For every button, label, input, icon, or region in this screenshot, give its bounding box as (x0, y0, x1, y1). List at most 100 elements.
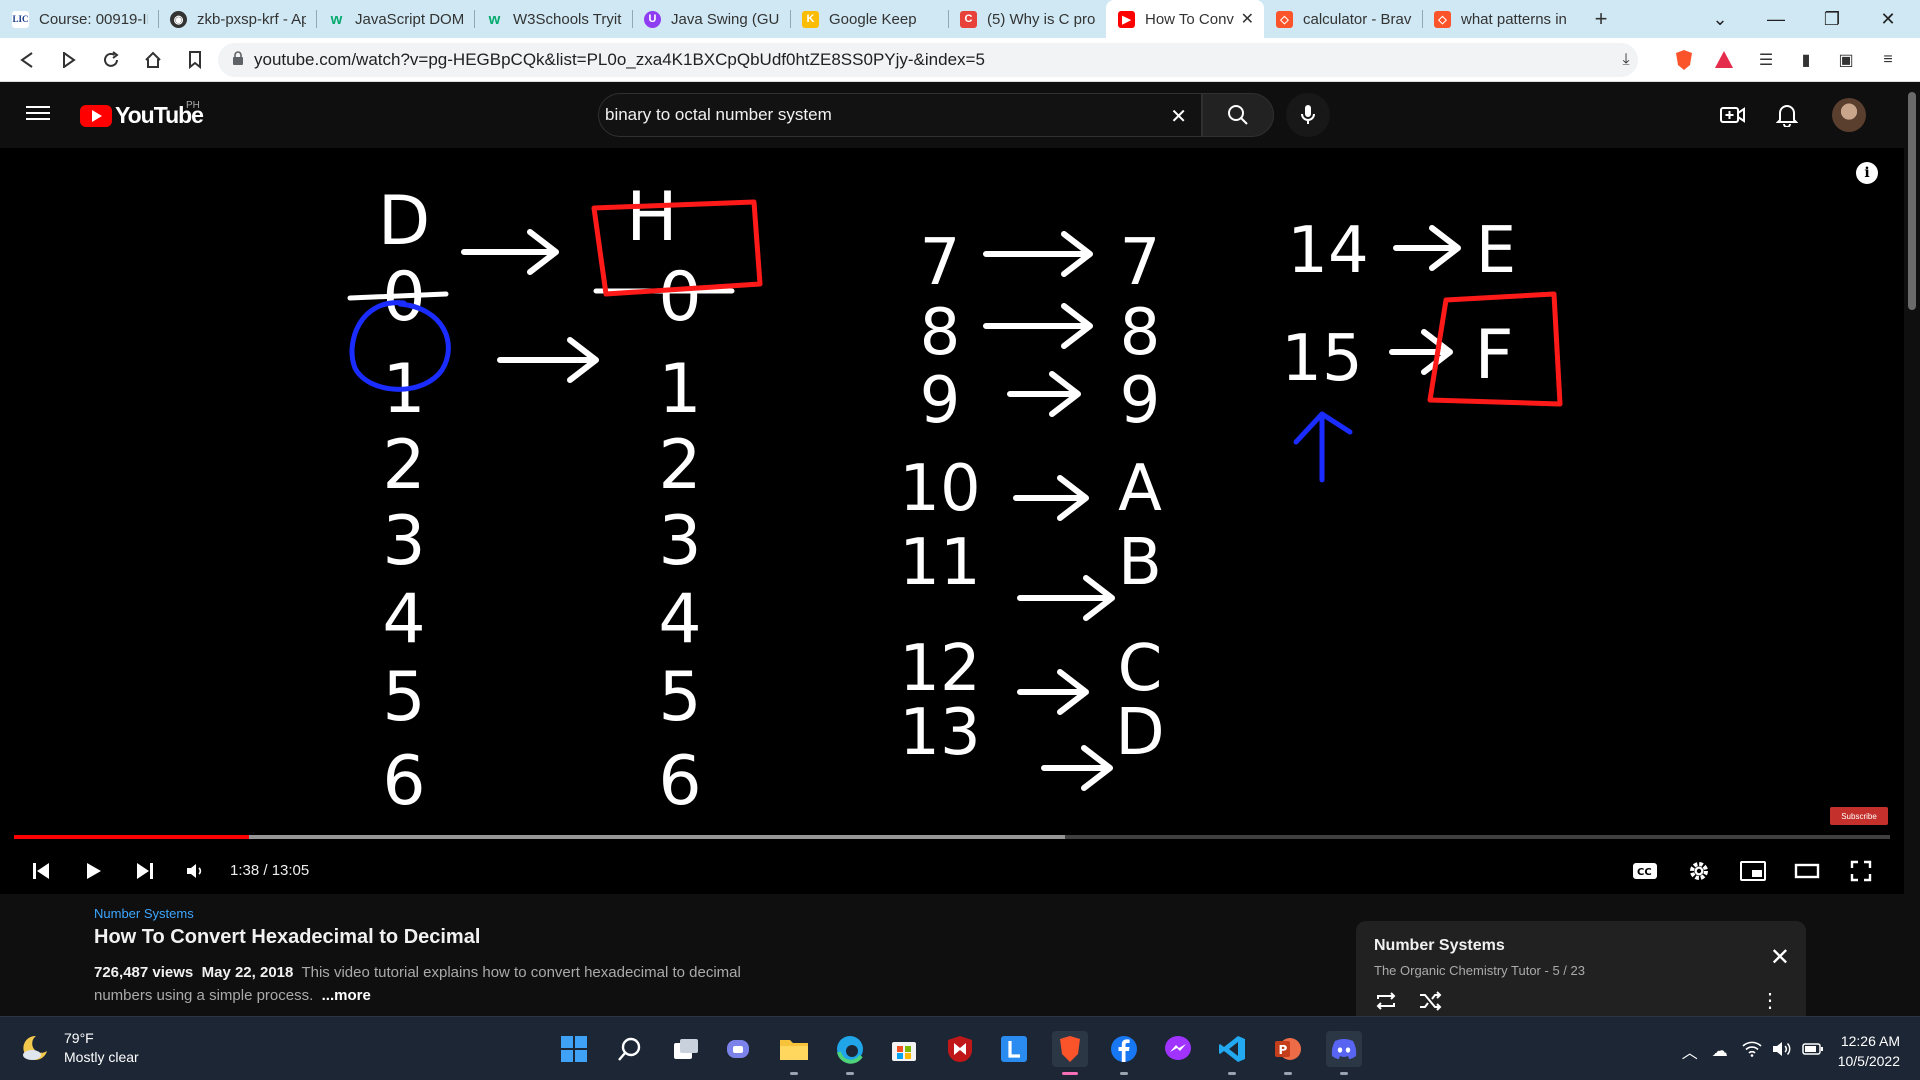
hex-value: 7 (1120, 226, 1161, 300)
clock[interactable]: 12:26 AM 10/5/2022 (1838, 1031, 1900, 1071)
decimal-value: 3 (382, 502, 425, 581)
played-bar (14, 835, 249, 839)
progress-bar[interactable] (14, 835, 1890, 839)
wallet-icon[interactable]: ▣ (1834, 48, 1858, 72)
captions-icon[interactable]: CC (1628, 854, 1662, 888)
loop-icon[interactable] (1374, 991, 1398, 1016)
tab-strip: LIC Course: 00919-IN ◉ zkb-pxsp-krf - Ap w Ja… (0, 0, 1580, 38)
task-view-icon[interactable] (668, 1031, 704, 1067)
course-icon: LIC (12, 10, 29, 28)
video-description[interactable]: 726,487 views May 22, 2018 This video tu… (94, 961, 794, 1007)
video-player[interactable]: D H 0 0 1 1 2 2 3 3 4 4 5 5 6 6 7 7 8 8 9 9 10 A 11 B 12 C 13 D 14 E 15 F… (0, 148, 1904, 894)
forward-icon[interactable] (48, 38, 90, 82)
download-icon[interactable]: ⤓ (1614, 48, 1638, 72)
browser-menu-icon[interactable]: ≡ (1876, 48, 1900, 72)
windows-start-icon[interactable] (556, 1031, 592, 1067)
browser-tab[interactable]: ◇ calculator - Brave (1264, 0, 1422, 38)
taskbar-search-icon[interactable] (612, 1031, 648, 1067)
tab-search-icon[interactable]: ⌄ (1692, 0, 1748, 38)
clear-search-icon[interactable]: ✕ (1170, 104, 1187, 129)
brave-rewards-icon[interactable] (1712, 48, 1736, 72)
decimal-value: 14 (1287, 214, 1368, 288)
show-hidden-icons-icon[interactable]: ︿ (1682, 1039, 1698, 1063)
header-decimal-label: D (378, 182, 430, 261)
more-link[interactable]: ...more (322, 987, 371, 1004)
vscode-icon[interactable] (1214, 1031, 1250, 1075)
mcafee-icon[interactable] (942, 1031, 978, 1067)
close-tab-icon[interactable]: ✕ (1241, 9, 1254, 29)
browser-tab[interactable]: K Google Keep (790, 0, 948, 38)
subscribe-watermark[interactable]: Subscribe (1830, 807, 1888, 825)
back-icon[interactable] (6, 38, 48, 82)
speaker-icon[interactable] (1772, 1041, 1792, 1062)
reload-icon[interactable] (90, 38, 132, 82)
playlist-link[interactable]: Number Systems (94, 906, 894, 921)
playlist-icon[interactable]: ☰ (1754, 48, 1778, 72)
miniplayer-icon[interactable] (1736, 854, 1770, 888)
browser-tab[interactable]: w JavaScript DOM (316, 0, 474, 38)
search-input[interactable] (605, 105, 1145, 125)
volume-icon[interactable] (178, 854, 212, 888)
settings-gear-icon[interactable] (1682, 854, 1716, 888)
battery-icon[interactable] (1801, 1042, 1824, 1061)
file-explorer-icon[interactable] (776, 1031, 812, 1075)
browser-tab[interactable]: LIC Course: 00919-IN (0, 0, 158, 38)
wifi-icon[interactable] (1742, 1041, 1762, 1062)
browser-tab[interactable]: U Java Swing (GUI) (632, 0, 790, 38)
browser-tab[interactable]: ▶ How To Conv ✕ (1106, 0, 1264, 38)
shuffle-icon[interactable] (1418, 991, 1442, 1016)
create-video-icon[interactable] (1720, 102, 1746, 128)
messenger-icon[interactable] (1160, 1031, 1196, 1067)
hex-value: 1 (658, 350, 701, 429)
powerpoint-icon[interactable]: P (1270, 1031, 1306, 1075)
hamburger-menu-icon[interactable] (26, 102, 50, 126)
page-scrollbar[interactable] (1904, 82, 1920, 1016)
theater-mode-icon[interactable] (1790, 854, 1824, 888)
search-button[interactable] (1202, 93, 1274, 137)
url-field[interactable]: youtube.com/watch?v=pg-HEGBpCQk&list=PL0… (218, 43, 1638, 77)
previous-icon[interactable] (24, 854, 58, 888)
home-icon[interactable] (132, 38, 174, 82)
browser-tab[interactable]: C (5) Why is C proc (948, 0, 1106, 38)
brave-search-icon: ◇ (1434, 10, 1451, 28)
hex-value: E (1476, 214, 1516, 288)
bookmark-icon[interactable] (174, 38, 216, 82)
browser-tab[interactable]: w W3Schools Tryit (474, 0, 632, 38)
brave-browser-icon[interactable] (1052, 1031, 1088, 1075)
clock-date: 10/5/2022 (1837, 1053, 1900, 1069)
discord-icon[interactable] (1326, 1031, 1362, 1075)
scrollbar-thumb[interactable] (1908, 92, 1916, 310)
facebook-icon[interactable] (1106, 1031, 1142, 1075)
play-icon[interactable] (76, 854, 110, 888)
microsoft-store-icon[interactable] (886, 1031, 922, 1067)
close-playlist-icon[interactable]: ✕ (1770, 943, 1790, 972)
tab-title: W3Schools Tryit (513, 10, 622, 28)
weather-widget[interactable]: 79°F Mostly clear (20, 1029, 139, 1067)
browser-tab[interactable]: ◉ zkb-pxsp-krf - Ap (158, 0, 316, 38)
search-icon (1228, 105, 1248, 125)
notifications-bell-icon[interactable] (1774, 102, 1800, 128)
youtube-logo[interactable]: YouTube PH (80, 100, 204, 129)
close-window-button[interactable]: ✕ (1860, 0, 1916, 38)
voice-search-button[interactable] (1286, 93, 1330, 137)
browser-tab[interactable]: ◇ what patterns in (1422, 0, 1580, 38)
playlist-title[interactable]: Number Systems (1374, 937, 1788, 955)
edge-icon[interactable] (832, 1031, 868, 1075)
restore-button[interactable]: ❐ (1804, 0, 1860, 38)
letter-l-app-icon[interactable] (996, 1031, 1032, 1067)
next-icon[interactable] (128, 854, 162, 888)
onedrive-icon[interactable]: ☁ (1712, 1041, 1728, 1061)
info-icon[interactable]: i (1856, 162, 1878, 184)
avatar[interactable] (1832, 98, 1866, 132)
new-tab-button[interactable]: + (1580, 0, 1622, 38)
system-tray: ︿ ☁ 12:26 AM 10/5/2022 (1682, 1031, 1900, 1071)
blue-up-arrow (1293, 411, 1353, 483)
sidebar-icon[interactable]: ▮ (1794, 48, 1818, 72)
teams-chat-icon[interactable] (722, 1031, 758, 1067)
fullscreen-icon[interactable] (1844, 854, 1878, 888)
brave-shields-icon[interactable] (1664, 48, 1704, 72)
header-underline (347, 291, 449, 301)
more-options-icon[interactable]: ⋮ (1760, 991, 1780, 1011)
hex-value: F (1474, 316, 1513, 395)
minimize-button[interactable]: — (1748, 0, 1804, 38)
